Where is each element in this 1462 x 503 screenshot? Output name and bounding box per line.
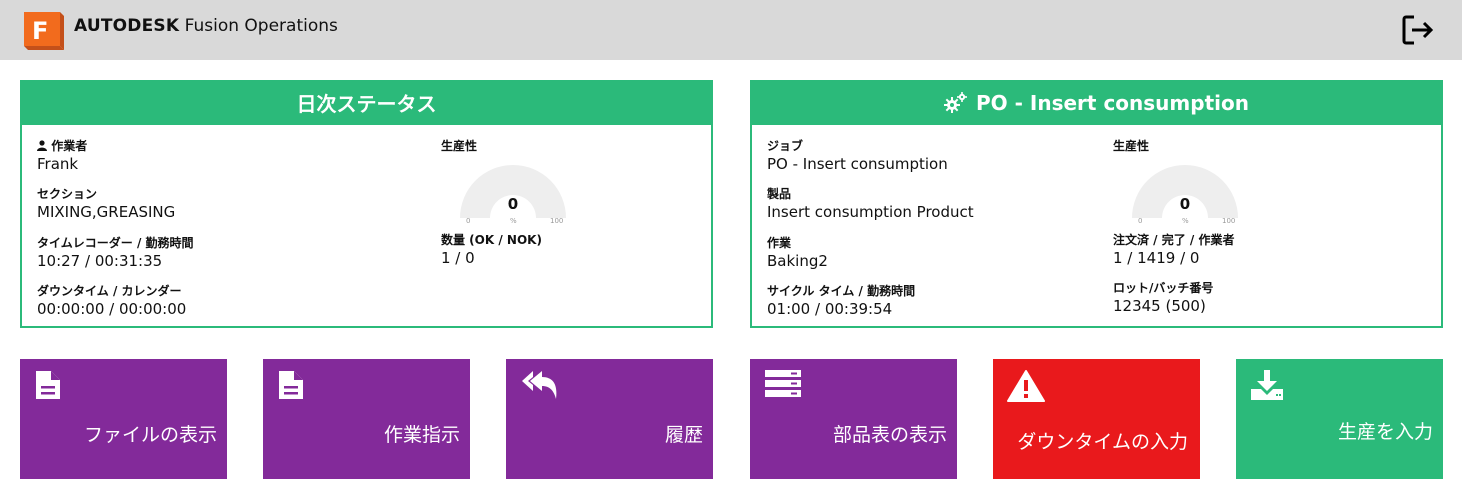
daily-status-card: 日次ステータス 作業者 Frank セクション MIXING,GREASING … — [20, 80, 713, 328]
quantity-value: 1 / 0 — [441, 249, 475, 267]
operation-value: Baking2 — [767, 252, 828, 270]
view-files-label: ファイルの表示 — [83, 424, 217, 446]
productivity-label: 生産性 — [441, 139, 478, 153]
po-header: PO - Insert consumption — [752, 82, 1441, 123]
gears-icon — [944, 91, 968, 113]
app-title: AUTODESK Fusion Operations — [74, 16, 338, 36]
brand-autodesk: AUTODESK — [74, 16, 180, 36]
operator-value: Frank — [37, 155, 79, 173]
downtime-field: ダウンタイム / カレンダー 00:00:00 / 00:00:00 — [37, 283, 186, 319]
warning-icon — [1007, 370, 1045, 402]
job-label: ジョブ — [767, 139, 804, 153]
enter-downtime-button[interactable]: ダウンタイムの入力 — [993, 359, 1200, 479]
enter-downtime-label: ダウンタイムの入力 — [1017, 431, 1188, 453]
fusion-logo: F — [24, 12, 64, 50]
time-recorder-field: タイムレコーダー / 勤務時間 10:27 / 00:31:35 — [37, 235, 194, 271]
operator-label: 作業者 — [51, 139, 88, 153]
section-field: セクション MIXING,GREASING — [37, 186, 175, 222]
enter-production-label: 生産を入力 — [1337, 421, 1433, 443]
gauge-max: 100 — [550, 217, 564, 225]
ordered-label: 注文済 / 完了 / 作業者 — [1113, 233, 1235, 247]
po-title: PO - Insert consumption — [976, 90, 1249, 115]
top-bar: F AUTODESK Fusion Operations — [0, 0, 1462, 60]
reply-all-icon — [522, 371, 557, 399]
po-gauge-max: 100 — [1222, 217, 1236, 225]
history-label: 履歴 — [664, 424, 703, 446]
downtime-value: 00:00:00 / 00:00:00 — [37, 300, 187, 318]
work-instructions-button[interactable]: 作業指示 — [263, 359, 470, 479]
po-card: PO - Insert consumption ジョブ PO - Insert … — [750, 80, 1443, 328]
logout-icon[interactable] — [1400, 12, 1436, 48]
view-bom-button[interactable]: 部品表の表示 — [750, 359, 957, 479]
quantity-field: 数量 (OK / NOK) 1 / 0 — [441, 232, 542, 268]
daily-status-header: 日次ステータス — [22, 82, 711, 123]
operation-field: 作業 Baking2 — [767, 235, 828, 271]
po-gauge-arc — [1132, 165, 1238, 218]
server-icon — [765, 370, 801, 397]
cycle-time-label: サイクル タイム / 勤務時間 — [767, 284, 916, 298]
file-icon — [36, 371, 60, 399]
lot-value: 12345 (500) — [1113, 297, 1206, 315]
quantity-label: 数量 (OK / NOK) — [441, 233, 542, 247]
po-productivity-gauge: 0 0 % 100 — [1128, 163, 1242, 225]
po-gauge-min: 0 — [1138, 217, 1143, 225]
file-icon — [279, 371, 303, 399]
po-productivity-label: 生産性 — [1113, 139, 1150, 153]
productivity-gauge: 0 0 % 100 — [456, 163, 570, 225]
po-gauge-value: 0 — [1179, 195, 1191, 213]
cycle-time-value: 01:00 / 00:39:54 — [767, 300, 893, 318]
product-value: Insert consumption Product — [767, 203, 974, 221]
product-label: 製品 — [767, 187, 792, 201]
enter-production-button[interactable]: 生産を入力 — [1236, 359, 1443, 479]
po-productivity-field: 生産性 — [1113, 138, 1149, 154]
ordered-field: 注文済 / 完了 / 作業者 1 / 1419 / 0 — [1113, 232, 1234, 268]
productivity-field: 生産性 — [441, 138, 477, 154]
view-bom-label: 部品表の表示 — [832, 424, 947, 446]
section-value: MIXING,GREASING — [37, 203, 176, 221]
gauge-unit: % — [510, 217, 517, 225]
product-field: 製品 Insert consumption Product — [767, 186, 974, 222]
downtime-label: ダウンタイム / カレンダー — [37, 284, 182, 298]
history-button[interactable]: 履歴 — [506, 359, 713, 479]
po-gauge-unit: % — [1182, 217, 1189, 225]
section-label: セクション — [37, 187, 98, 201]
ordered-value: 1 / 1419 / 0 — [1113, 249, 1200, 267]
gauge-min: 0 — [466, 217, 471, 225]
svg-text:F: F — [32, 17, 48, 45]
time-recorder-label: タイムレコーダー / 勤務時間 — [37, 236, 194, 250]
time-recorder-value: 10:27 / 00:31:35 — [37, 252, 163, 270]
brand-product: Fusion Operations — [184, 16, 338, 36]
job-field: ジョブ PO - Insert consumption — [767, 138, 948, 174]
gauge-value: 0 — [507, 195, 519, 213]
user-icon — [37, 140, 47, 151]
job-value: PO - Insert consumption — [767, 155, 948, 173]
lot-field: ロット/バッチ番号 12345 (500) — [1113, 280, 1213, 316]
view-files-button[interactable]: ファイルの表示 — [20, 359, 227, 479]
gauge-arc — [460, 165, 566, 218]
cycle-time-field: サイクル タイム / 勤務時間 01:00 / 00:39:54 — [767, 283, 915, 319]
daily-status-title: 日次ステータス — [296, 92, 437, 116]
operator-field: 作業者 Frank — [37, 138, 87, 174]
lot-label: ロット/バッチ番号 — [1113, 281, 1214, 295]
operation-label: 作業 — [767, 236, 792, 250]
download-icon — [1251, 370, 1283, 400]
work-instructions-label: 作業指示 — [383, 424, 460, 446]
